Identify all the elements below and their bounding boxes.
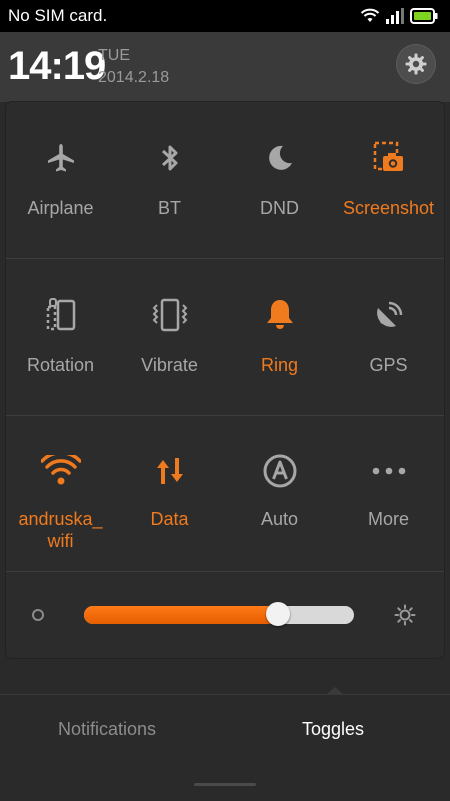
gps-icon [376,301,402,327]
toggle-wifi[interactable]: andruska_ wifi [6,415,115,571]
toggle-ring[interactable]: Ring [225,259,334,415]
toggle-label: Auto [260,509,299,529]
brightness-high-icon [394,604,416,626]
toggle-row: andruska_ wifi Data Auto More [6,415,444,571]
brightness-slider[interactable] [84,606,354,624]
bell-icon [266,300,293,329]
toggle-airplane[interactable]: Airplane [6,102,115,258]
toggle-label: Data [150,509,189,529]
wifi-icon [40,455,81,485]
toggle-row: Airplane BT DND Screenshot [6,102,444,258]
toggle-label: Ring [260,355,299,375]
toggle-more[interactable]: More [334,415,443,571]
active-tab-pointer [326,687,344,695]
toggle-label: Airplane [27,198,94,218]
bottom-tabs: Notifications Toggles [0,687,450,801]
brightness-control [6,572,444,658]
status-bar: No SIM card. [0,0,450,32]
moon-icon [268,145,292,170]
airplane-icon [47,144,74,172]
toggle-label: Vibrate [141,355,198,375]
toggle-auto[interactable]: Auto [225,415,334,571]
toggle-label: GPS [369,355,408,375]
brightness-low-icon [32,609,44,621]
toggle-label: Rotation [26,355,95,375]
clock: 14:19 [8,44,106,88]
tab-toggles[interactable]: Toggles [302,719,364,740]
wifi-status-icon [360,8,380,22]
notification-header: 14:19 TUE 2014.2.18 [0,32,450,102]
toggle-dnd[interactable]: DND [225,102,334,258]
day-label: TUE [98,47,130,64]
toggles-panel: Airplane BT DND Screenshot Rotation Vibr… [6,102,444,658]
screenshot-icon [373,141,403,171]
toggle-vibrate[interactable]: Vibrate [115,259,224,415]
toggle-label: Screenshot [342,198,435,218]
toggle-gps[interactable]: GPS [334,259,443,415]
more-icon [372,467,405,475]
toggle-label: BT [157,198,181,218]
auto-brightness-icon [263,454,296,488]
gear-icon [405,53,427,75]
settings-button[interactable] [396,44,436,84]
signal-icon [386,8,404,24]
bluetooth-icon [161,145,177,171]
vibrate-icon [152,298,187,332]
toggle-label: More [367,509,409,529]
rotation-icon [46,298,75,331]
toggle-rotation[interactable]: Rotation [6,259,115,415]
date-label: 2014.2.18 [98,69,170,86]
toggle-bt[interactable]: BT [115,102,224,258]
toggle-label: andruska_ wifi [18,509,103,551]
status-icons [360,8,438,24]
carrier-label: No SIM card. [8,6,108,25]
toggle-row: Rotation Vibrate Ring GPS [6,259,444,415]
toggle-label: DND [260,198,299,218]
battery-icon [410,8,438,24]
data-icon [156,458,183,484]
toggle-screenshot[interactable]: Screenshot [334,102,443,258]
tab-notifications[interactable]: Notifications [58,719,156,740]
toggle-data[interactable]: Data [115,415,224,571]
brightness-fill [84,606,279,624]
drag-handle[interactable] [194,783,256,786]
